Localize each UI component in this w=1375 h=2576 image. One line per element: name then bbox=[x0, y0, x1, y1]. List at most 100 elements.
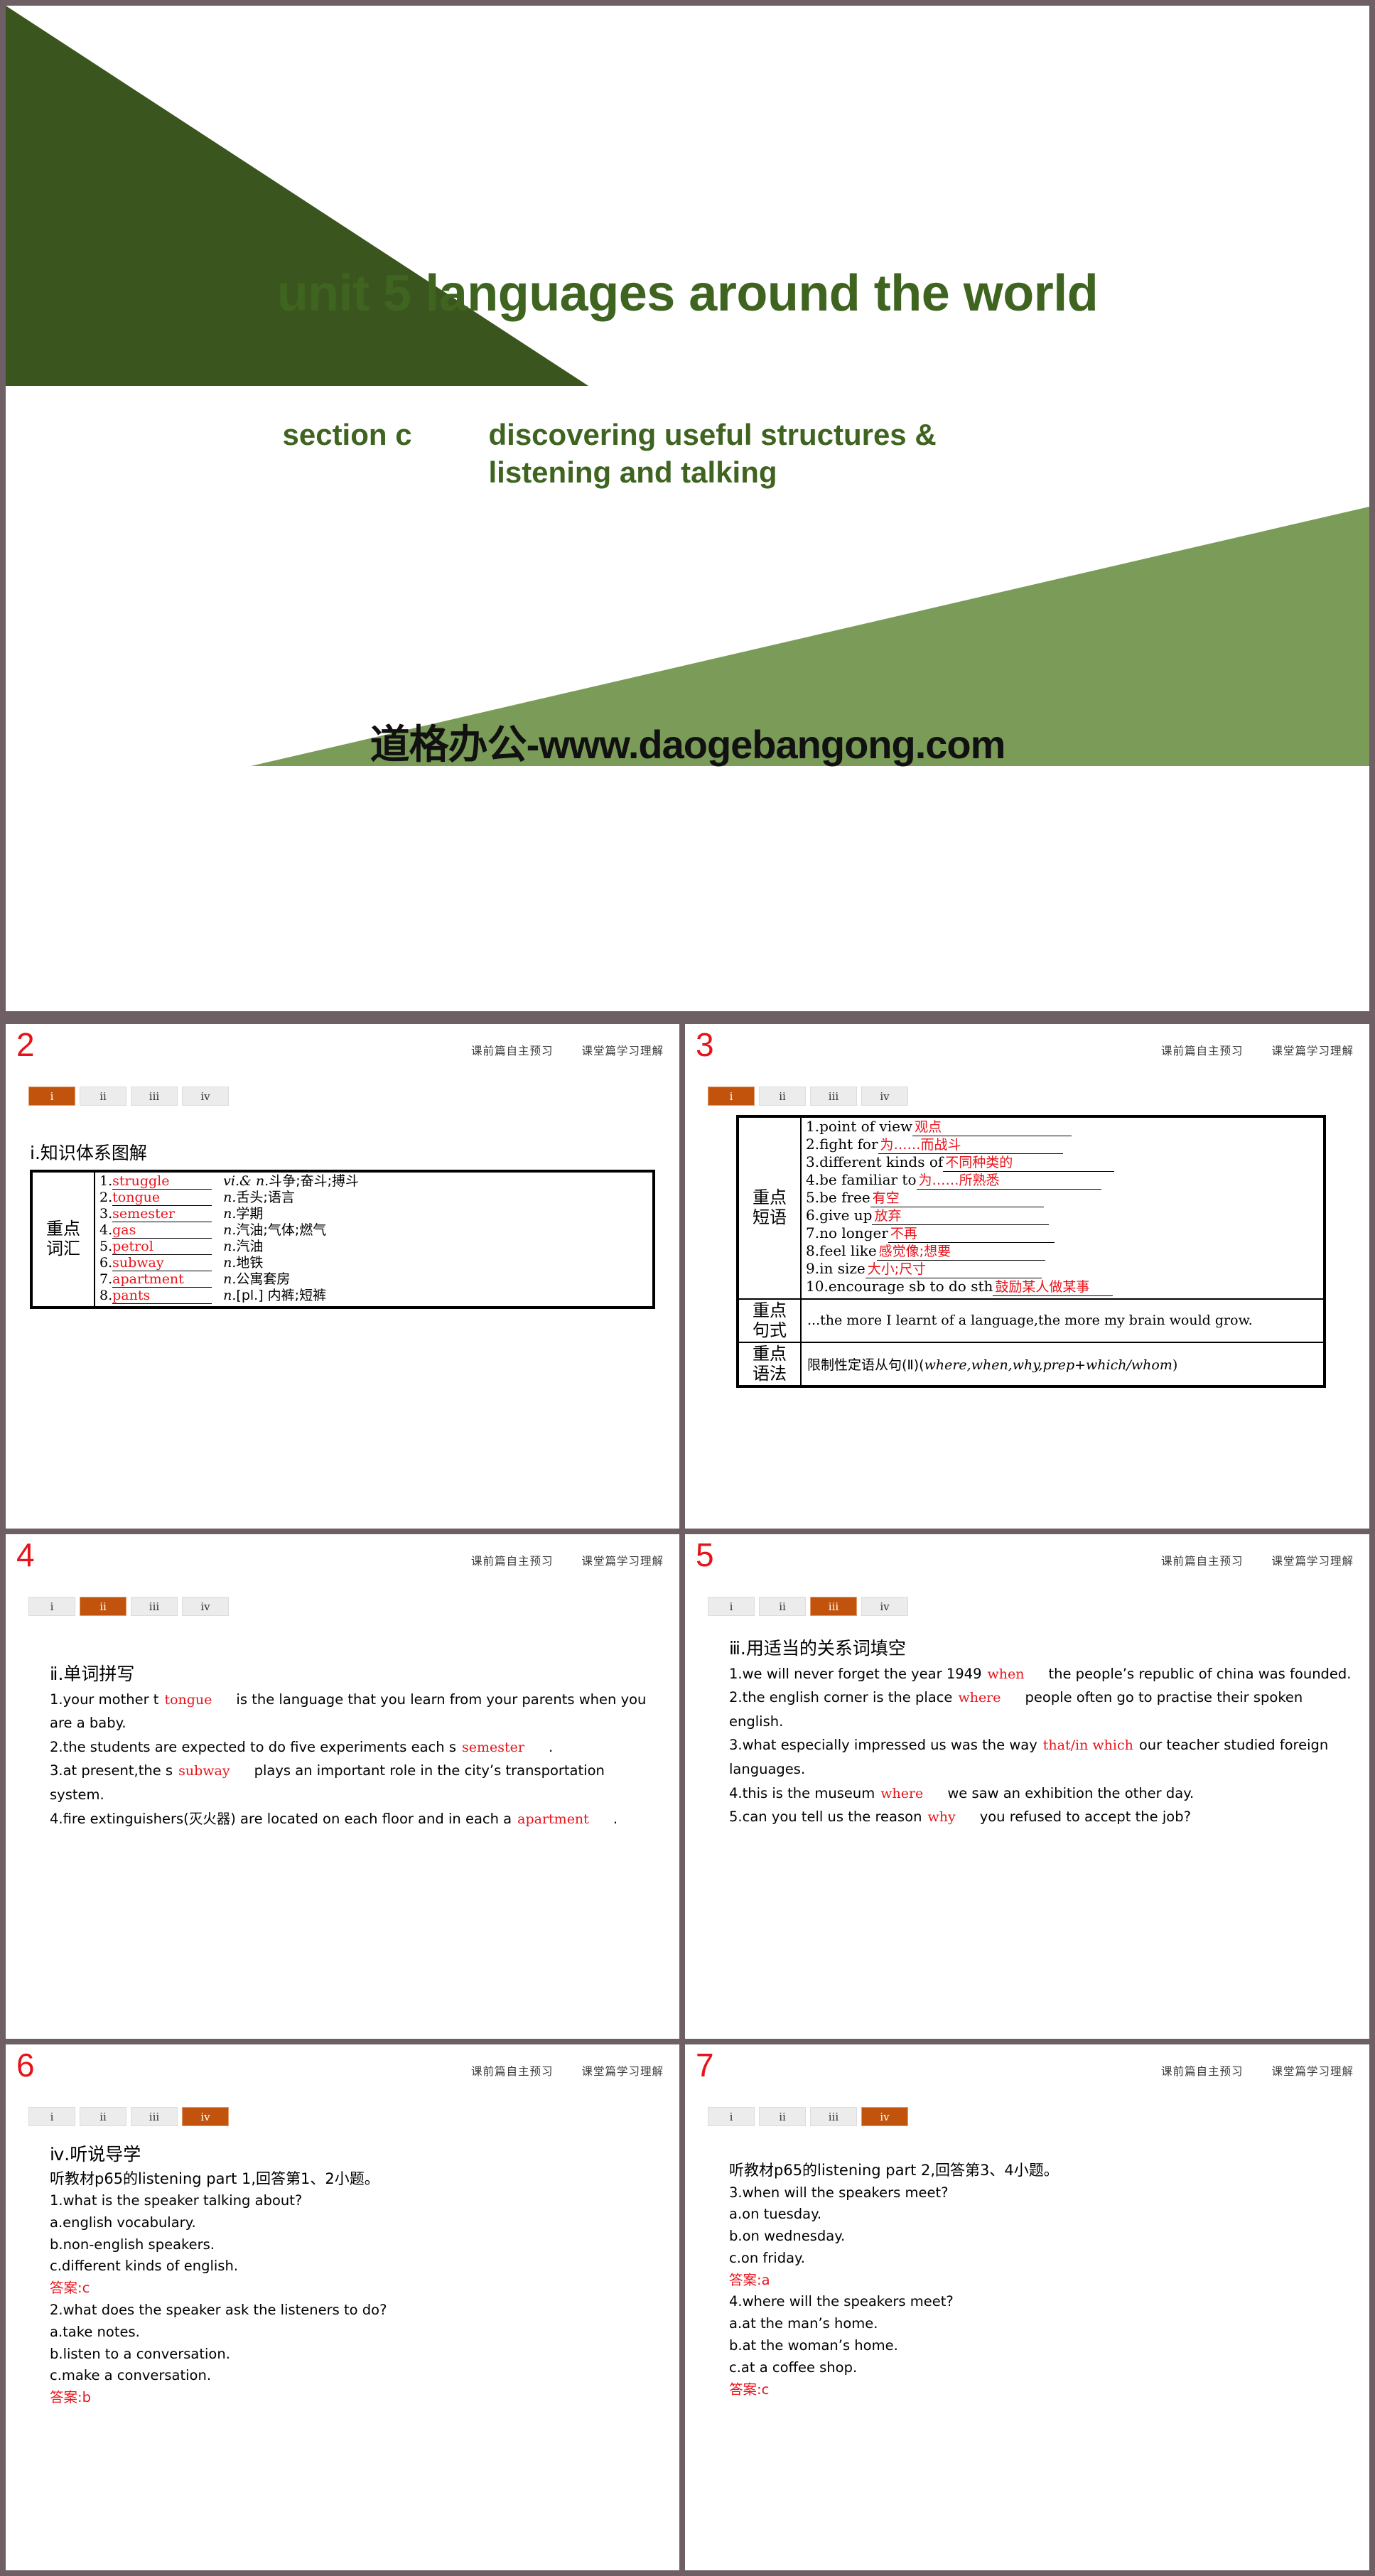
tab-bar[interactable]: i ii iii iv bbox=[708, 2107, 908, 2126]
option-a[interactable]: a.on tuesday. bbox=[729, 2204, 1352, 2226]
vocab-word: tongue bbox=[112, 1190, 212, 1206]
tab-iv[interactable]: iv bbox=[861, 2107, 908, 2126]
list-item: 3.at present,the s subway plays an importa… bbox=[50, 1759, 662, 1806]
section-heading: ⅳ.听说导学 bbox=[50, 2144, 141, 2165]
table-row: 3. semester n.学期 bbox=[99, 1207, 648, 1223]
tab-bar[interactable]: i ii iii iv bbox=[28, 1597, 229, 1616]
header-label-left: 课前篇自主预习 bbox=[1161, 2065, 1244, 2078]
vocab-pos: n. bbox=[223, 1255, 237, 1271]
tab-iii[interactable]: iii bbox=[131, 1597, 178, 1616]
slide-5[interactable]: 5 课前篇自主预习 课堂篇学习理解 i ii iii iv ⅲ.用适当的关系词填… bbox=[685, 1534, 1369, 2039]
phrase-english: give up bbox=[819, 1207, 873, 1224]
vocab-word: apartment bbox=[112, 1272, 212, 1288]
question-prefix: 3.at present,the s bbox=[50, 1762, 173, 1779]
option-a[interactable]: a.take notes. bbox=[50, 2322, 662, 2344]
option-c[interactable]: c.different kinds of english. bbox=[50, 2256, 662, 2278]
phrase-chinese: 为……所熟悉 bbox=[918, 1173, 1000, 1188]
table-row: 9. in size 大小;尺寸 bbox=[806, 1261, 1319, 1279]
question-suffix: the people’s republic of china was found… bbox=[1048, 1665, 1352, 1682]
exercise-body: ⅱ.单词拼写 1.your mother t tongue is the langu… bbox=[50, 1661, 662, 1831]
tab-iv[interactable]: iv bbox=[182, 1597, 229, 1616]
tab-iii[interactable]: iii bbox=[810, 2107, 857, 2126]
section-heading: ⅲ.用适当的关系词填空 bbox=[729, 1638, 906, 1659]
vocab-word: struggle bbox=[112, 1174, 212, 1190]
table-row: 10. encourage sb to do sth 鼓励某人做某事 bbox=[806, 1279, 1319, 1297]
vocab-meaning: 公寓套房 bbox=[236, 1271, 291, 1287]
answer-text: 答案:b bbox=[50, 2389, 91, 2406]
vocab-label-line-1: 重点 bbox=[46, 1219, 80, 1239]
title-slide: unit 5 languages around the world sectio… bbox=[6, 6, 1369, 1011]
option-c[interactable]: c.make a conversation. bbox=[50, 2365, 662, 2387]
header-label-right: 课堂篇学习理解 bbox=[581, 1555, 664, 1568]
grammar-row-label: 重点 语法 bbox=[737, 1342, 802, 1388]
key-points-table: 重点 短语 1. point of view 观点 2. fight for 为……而战… bbox=[736, 1115, 1326, 1389]
tab-ii[interactable]: ii bbox=[759, 1597, 806, 1616]
phrase-chinese: 放弃 bbox=[874, 1208, 902, 1224]
tab-ii[interactable]: ii bbox=[759, 2107, 806, 2126]
option-b[interactable]: b.at the woman’s home. bbox=[729, 2335, 1352, 2357]
tab-ii[interactable]: ii bbox=[80, 1087, 126, 1106]
option-a[interactable]: a.english vocabulary. bbox=[50, 2212, 662, 2234]
tab-i[interactable]: i bbox=[28, 1597, 75, 1616]
option-c[interactable]: c.on friday. bbox=[729, 2248, 1352, 2270]
phrase-english: different kinds of bbox=[819, 1153, 944, 1170]
option-b[interactable]: b.on wednesday. bbox=[729, 2226, 1352, 2248]
vocab-index: 4. bbox=[99, 1222, 113, 1238]
slide-4[interactable]: 4 课前篇自主预习 课堂篇学习理解 i ii iii iv ⅱ.单词拼写 1.y… bbox=[6, 1534, 679, 2039]
tab-i[interactable]: i bbox=[28, 2107, 75, 2126]
section-label: section c bbox=[282, 418, 412, 451]
tab-iii[interactable]: iii bbox=[810, 1087, 857, 1106]
phrase-english: fight for bbox=[819, 1136, 878, 1153]
answer-text: 答案:c bbox=[729, 2381, 770, 2398]
tab-iv[interactable]: iv bbox=[182, 1087, 229, 1106]
sentence-row-label: 重点 句式 bbox=[737, 1298, 802, 1344]
question-prefix: 4.this is the museum bbox=[729, 1784, 875, 1801]
tab-iii[interactable]: iii bbox=[810, 1597, 857, 1616]
tab-bar[interactable]: i ii iii iv bbox=[708, 1597, 908, 1616]
slide-header-labels: 课前篇自主预习 课堂篇学习理解 bbox=[447, 1042, 664, 1058]
tab-i[interactable]: i bbox=[708, 1087, 755, 1106]
phrases-row-label: 重点 短语 bbox=[737, 1116, 802, 1300]
tab-i[interactable]: i bbox=[708, 1597, 755, 1616]
tab-iii[interactable]: iii bbox=[131, 2107, 178, 2126]
tab-ii[interactable]: ii bbox=[80, 1597, 126, 1616]
phrase-index: 4. bbox=[806, 1171, 820, 1188]
tab-bar[interactable]: i ii iii iv bbox=[28, 2107, 229, 2126]
option-b[interactable]: b.non-english speakers. bbox=[50, 2234, 662, 2256]
tab-ii[interactable]: ii bbox=[759, 1087, 806, 1106]
tab-ii[interactable]: ii bbox=[80, 2107, 126, 2126]
tab-iv[interactable]: iv bbox=[861, 1087, 908, 1106]
slide-6[interactable]: 6 课前篇自主预习 课堂篇学习理解 i ii iii iv ⅳ.听说导学 听教材… bbox=[6, 2044, 679, 2570]
tab-i[interactable]: i bbox=[708, 2107, 755, 2126]
phrase-chinese: 不同种类的 bbox=[945, 1155, 1013, 1170]
option-c[interactable]: c.at a coffee shop. bbox=[729, 2357, 1352, 2379]
header-label-left: 课前篇自主预习 bbox=[471, 1555, 554, 1568]
slide-7[interactable]: 7 课前篇自主预习 课堂篇学习理解 i ii iii iv 听教材p65的lis… bbox=[685, 2044, 1369, 2570]
question-prefix: 4.fire extinguishers(灭火器) are located on… bbox=[50, 1810, 512, 1827]
subtitle-line-2: listening and talking bbox=[488, 455, 777, 489]
tab-iv[interactable]: iv bbox=[182, 2107, 229, 2126]
option-a[interactable]: a.at the man’s home. bbox=[729, 2313, 1352, 2335]
sentence-label-line-1: 重点 bbox=[753, 1300, 787, 1320]
subtitle-line-1: discovering useful structures & bbox=[488, 418, 937, 451]
vocab-meaning: 学期 bbox=[236, 1206, 264, 1222]
tab-bar[interactable]: i ii iii iv bbox=[28, 1087, 229, 1106]
tab-iv[interactable]: iv bbox=[861, 1597, 908, 1616]
question-text: 1.what is the speaker talking about? bbox=[50, 2192, 303, 2209]
question-prefix: 2.the students are expected to do five e… bbox=[50, 1738, 456, 1755]
vocab-index: 7. bbox=[99, 1271, 113, 1287]
question-suffix: . bbox=[548, 1738, 554, 1755]
answer-blank: apartment bbox=[517, 1811, 589, 1827]
option-b[interactable]: b.listen to a conversation. bbox=[50, 2344, 662, 2366]
slide-2[interactable]: 2 课前篇自主预习 课堂篇学习理解 i ii iii iv ⅰ.知识体系图解 重… bbox=[6, 1024, 679, 1529]
grammar-label-line-1: 重点 bbox=[753, 1344, 787, 1364]
phrase-chinese: 为……而战斗 bbox=[880, 1137, 961, 1153]
tab-iii[interactable]: iii bbox=[131, 1087, 178, 1106]
slide-3[interactable]: 3 课前篇自主预习 课堂篇学习理解 i ii iii iv 重点 短语 1. po… bbox=[685, 1024, 1369, 1529]
page-subtitle: section c discovering useful structures &… bbox=[6, 416, 1369, 491]
header-label-left: 课前篇自主预习 bbox=[1161, 1045, 1244, 1057]
tab-bar[interactable]: i ii iii iv bbox=[708, 1087, 908, 1106]
slide-number: 2 bbox=[16, 1026, 35, 1063]
tab-i[interactable]: i bbox=[28, 1087, 75, 1106]
phrase-english: be familiar to bbox=[819, 1171, 917, 1188]
